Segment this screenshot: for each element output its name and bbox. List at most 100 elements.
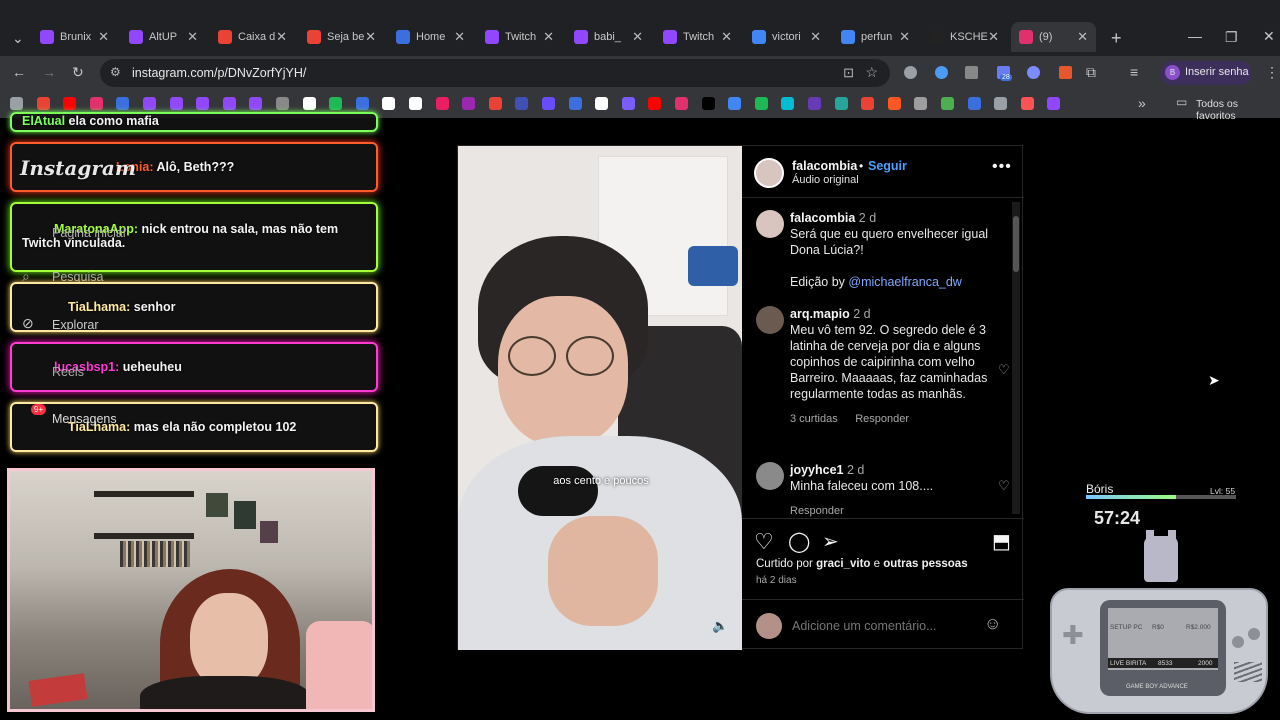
caption-mention[interactable]: @michaelfranca_dw [848, 275, 961, 289]
bookmark-favicon-icon[interactable] [302, 97, 316, 110]
bookmark-favicon-icon[interactable] [89, 97, 103, 110]
post-username[interactable]: falacombia [792, 159, 857, 173]
comment-username[interactable]: arq.mapio [790, 307, 850, 321]
browser-tab[interactable]: Caixa d ✕ [210, 22, 295, 52]
address-bar[interactable]: ⚙ instagram.com/p/DNvZorfYjYH/ ⊡ ☆ [100, 59, 890, 87]
browser-tab[interactable]: victori ✕ [744, 22, 829, 52]
audio-link[interactable]: Áudio original [792, 174, 859, 186]
bookmark-favicon-icon[interactable] [1047, 97, 1061, 110]
avatar[interactable] [756, 306, 784, 334]
reload-icon[interactable]: ↻ [72, 64, 84, 81]
more-options-icon[interactable]: ••• [992, 158, 1012, 176]
browser-tab[interactable]: babi_ ✕ [566, 22, 651, 52]
bookmark-favicon-icon[interactable] [941, 97, 954, 110]
more-bookmarks-icon[interactable]: » [1138, 95, 1146, 111]
bookmark-favicon-icon[interactable] [515, 97, 529, 110]
bookmark-favicon-icon[interactable] [781, 97, 795, 110]
bookmark-favicon-icon[interactable] [222, 97, 236, 110]
reply-button[interactable]: Responder [790, 505, 844, 517]
browser-tab[interactable]: KSCHE ✕ [922, 22, 1007, 52]
bookmark-favicon-icon[interactable] [435, 97, 449, 110]
browser-tab[interactable]: perfun ✕ [833, 22, 918, 52]
bookmark-favicon-icon[interactable] [675, 97, 688, 110]
extension-icon[interactable] [904, 66, 917, 79]
bookmark-favicon-icon[interactable] [834, 97, 848, 110]
mute-icon[interactable]: 🔈 [712, 618, 728, 634]
browser-tab[interactable]: Twitch ✕ [655, 22, 740, 52]
bookmark-favicon-icon[interactable] [754, 97, 768, 110]
comment-icon[interactable]: ◯ [788, 529, 810, 554]
browser-tab[interactable]: Twitch ✕ [477, 22, 562, 52]
share-icon[interactable]: ➢ [822, 529, 839, 554]
tab-close-icon[interactable]: ✕ [1077, 29, 1088, 45]
avatar[interactable] [756, 462, 784, 490]
bookmark-favicon-icon[interactable] [648, 97, 662, 110]
browser-tab[interactable]: AltUP ✕ [121, 22, 206, 52]
reply-button[interactable]: Responder [855, 413, 909, 425]
ig-nav-home[interactable]: Pagina inicial [52, 226, 126, 240]
puzzle-icon[interactable]: ⧉ [1086, 64, 1096, 81]
scrollbar-thumb[interactable] [1013, 216, 1019, 272]
tab-close-icon[interactable]: ✕ [810, 29, 821, 45]
ig-nav-explore[interactable]: Explorar [52, 318, 99, 332]
browser-tab[interactable]: Home ✕ [388, 22, 473, 52]
tab-close-icon[interactable]: ✕ [276, 29, 287, 45]
tab-close-icon[interactable]: ✕ [454, 29, 465, 45]
comment-likes[interactable]: 3 curtidas [790, 413, 838, 425]
bookmark-favicon-icon[interactable] [967, 97, 981, 110]
bookmark-favicon-icon[interactable] [116, 97, 130, 110]
extension-icon[interactable] [1059, 66, 1072, 79]
media-control-icon[interactable]: ≡ [1130, 64, 1138, 80]
bookmark-favicon-icon[interactable] [409, 97, 422, 110]
bookmark-favicon-icon[interactable] [887, 97, 901, 110]
all-bookmarks-link[interactable]: Todos os favoritos [1196, 98, 1280, 122]
browser-tab[interactable]: (9) ✕ [1011, 22, 1096, 52]
heart-icon[interactable]: ♡ [998, 478, 1010, 494]
ig-nav-reels[interactable]: Reels [52, 365, 84, 379]
browser-tab[interactable]: Seja be ✕ [299, 22, 384, 52]
liked-by-user[interactable]: graci_vito [816, 558, 870, 570]
menu-icon[interactable]: ⋮ [1265, 64, 1279, 81]
tab-close-icon[interactable]: ✕ [98, 29, 109, 45]
save-icon[interactable]: ⬒ [992, 529, 1011, 554]
bookmark-favicon-icon[interactable] [542, 97, 555, 110]
tab-close-icon[interactable]: ✕ [899, 29, 910, 45]
tab-search-icon[interactable]: ⌄ [12, 30, 24, 47]
install-icon[interactable]: ⊡ [843, 65, 854, 81]
profile-button[interactable]: B Inserir senha [1160, 61, 1252, 85]
avatar[interactable] [754, 158, 784, 188]
extension-icon[interactable] [935, 66, 948, 79]
bookmark-favicon-icon[interactable] [276, 97, 289, 110]
bookmark-favicon-icon[interactable] [249, 97, 263, 110]
bookmark-favicon-icon[interactable] [914, 97, 928, 110]
bookmark-favicon-icon[interactable] [595, 97, 609, 110]
bookmark-favicon-icon[interactable] [1020, 97, 1034, 110]
bookmark-favicon-icon[interactable] [488, 97, 502, 110]
extension-icon[interactable] [965, 66, 978, 79]
comment-username[interactable]: joyyhce1 [790, 463, 844, 477]
tab-close-icon[interactable]: ✕ [988, 29, 999, 45]
bookmark-favicon-icon[interactable] [10, 97, 23, 110]
bookmark-favicon-icon[interactable] [994, 97, 1008, 110]
bookmark-favicon-icon[interactable] [143, 97, 156, 110]
avatar[interactable] [756, 210, 784, 238]
scrollbar[interactable] [1012, 202, 1020, 514]
bookmark-favicon-icon[interactable] [861, 97, 875, 110]
bookmark-favicon-icon[interactable] [808, 97, 821, 110]
reel-video[interactable]: aos cento e poucos 🔈 [458, 146, 742, 650]
follow-button[interactable]: Seguir [868, 159, 907, 173]
heart-icon[interactable]: ♡ [998, 362, 1010, 378]
bookmark-favicon-icon[interactable] [728, 97, 742, 110]
minimize-icon[interactable]: — [1188, 28, 1202, 44]
bookmark-favicon-icon[interactable] [169, 97, 183, 110]
back-icon[interactable]: ← [12, 64, 26, 80]
bookmark-favicon-icon[interactable] [196, 97, 210, 110]
bookmark-favicon-icon[interactable] [63, 97, 77, 110]
caption-username[interactable]: falacombia [790, 211, 855, 225]
bookmark-favicon-icon[interactable] [382, 97, 396, 110]
like-icon[interactable]: ♡ [754, 529, 774, 555]
tab-close-icon[interactable]: ✕ [543, 29, 554, 45]
tab-close-icon[interactable]: ✕ [187, 29, 198, 45]
bookmark-favicon-icon[interactable] [36, 97, 50, 110]
new-tab-icon[interactable]: + [1111, 28, 1122, 49]
